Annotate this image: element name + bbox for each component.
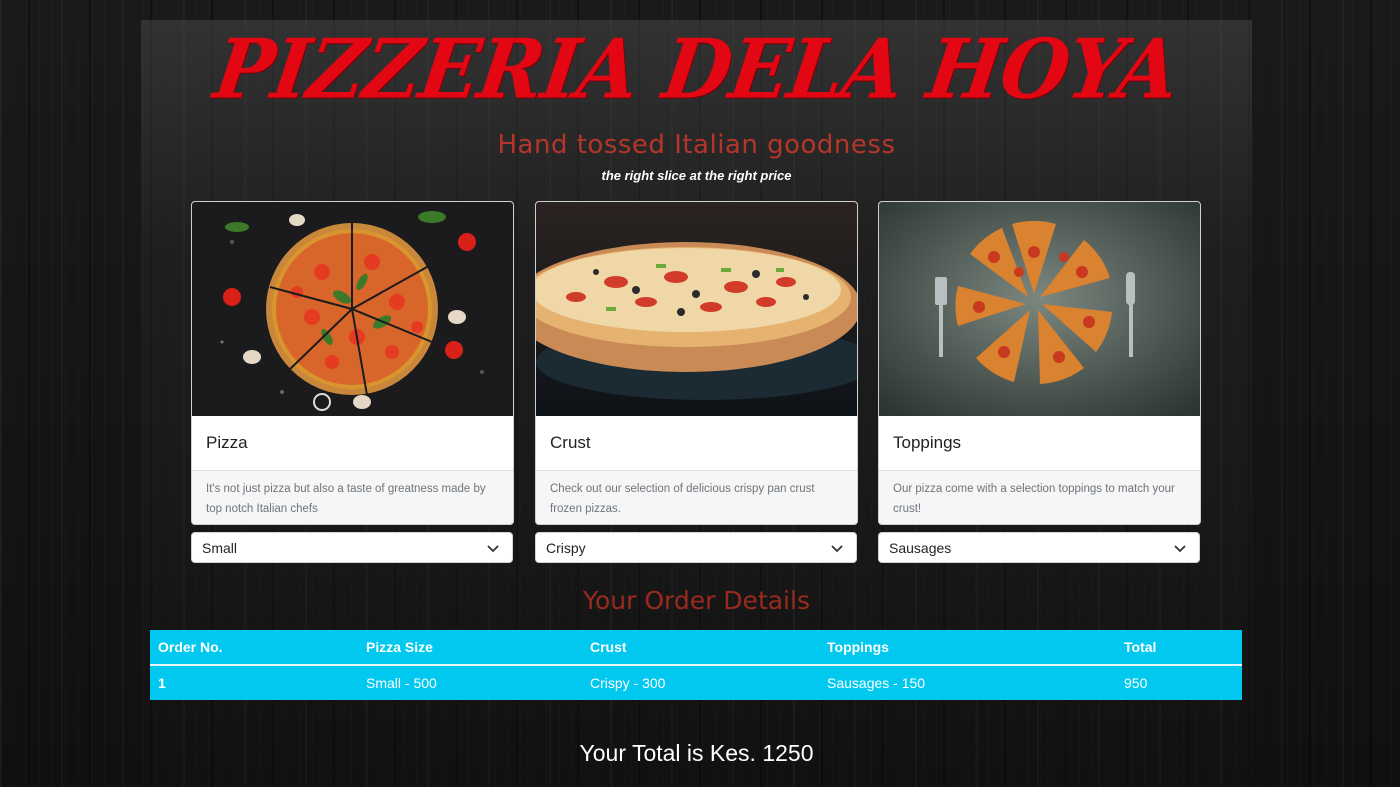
main-container: PIZZERIA DELA HOYA Hand tossed Italian g… xyxy=(141,20,1252,787)
column-header: Order No. xyxy=(150,630,358,666)
topping-select[interactable]: Sausages xyxy=(878,532,1200,563)
card-title: Pizza xyxy=(206,433,248,452)
size-cell: Small - 500 xyxy=(358,664,582,700)
size-select-value: Small xyxy=(202,539,238,556)
tagline: Hand tossed Italian goodness xyxy=(497,130,896,160)
column-header: Crust xyxy=(582,630,819,666)
card-toppings: Toppings Our pizza come with a selection… xyxy=(878,201,1201,525)
size-select[interactable]: Small xyxy=(191,532,513,563)
order-table: Order No. Pizza Size Crust Toppings Tota… xyxy=(150,630,1242,700)
card-text: It's not just pizza but also a taste of … xyxy=(192,470,513,524)
card-pizza: Pizza It's not just pizza but also a tas… xyxy=(191,201,514,525)
topping-select-value: Sausages xyxy=(889,539,952,556)
grand-total: Your Total is Kes. 1250 xyxy=(579,740,814,766)
chevron-down-icon xyxy=(831,545,843,553)
card-text: Check out our selection of delicious cri… xyxy=(536,470,857,524)
chevron-down-icon xyxy=(487,545,499,553)
table-header-row: Order No. Pizza Size Crust Toppings Tota… xyxy=(150,630,1242,666)
crust-select-value: Crispy xyxy=(546,539,586,556)
table-row: 1 Small - 500 Crispy - 300 Sausages - 15… xyxy=(150,664,1242,700)
chevron-down-icon xyxy=(1174,545,1186,553)
brand-title: PIZZERIA DELA HOYA xyxy=(208,21,1185,118)
card-text: Our pizza come with a selection toppings… xyxy=(879,470,1200,524)
card-crust: Crust Check out our selection of delicio… xyxy=(535,201,858,525)
subtagline: the right slice at the right price xyxy=(601,168,792,183)
card-title: Toppings xyxy=(893,433,962,452)
toppings-photo xyxy=(879,202,1200,416)
pizza-photo xyxy=(192,202,513,416)
total-cell: 950 xyxy=(1116,664,1242,700)
card-title: Crust xyxy=(550,433,591,452)
crust-select[interactable]: Crispy xyxy=(535,532,857,563)
order-details-title: Your Order Details xyxy=(583,586,810,615)
order-number-cell: 1 xyxy=(150,664,358,700)
column-header: Pizza Size xyxy=(358,630,582,666)
crust-cell: Crispy - 300 xyxy=(582,664,819,700)
crust-photo xyxy=(536,202,857,416)
column-header: Toppings xyxy=(819,630,1116,666)
column-header: Total xyxy=(1116,630,1242,666)
toppings-cell: Sausages - 150 xyxy=(819,664,1116,700)
